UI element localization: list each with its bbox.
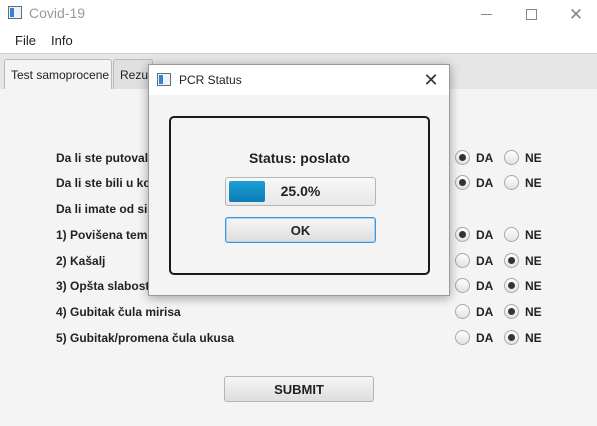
question-label: 3) Opšta slabost: [56, 279, 150, 293]
question-label: Da li ste bili u ko: [56, 176, 151, 190]
progress-label: 25.0%: [280, 183, 321, 199]
tab-rezultati[interactable]: Rezul: [113, 59, 153, 90]
radio-label-ne: NE: [525, 176, 542, 190]
dialog-title-bar: PCR Status ✕: [149, 65, 449, 95]
close-icon: ✕: [423, 70, 439, 90]
radio-da[interactable]: [455, 330, 470, 345]
java-app-icon: [8, 6, 22, 19]
maximize-icon: [525, 8, 537, 20]
radio-label-da: DA: [476, 305, 494, 319]
menu-file[interactable]: File: [15, 33, 36, 48]
question-label: 1) Povišena temp: [56, 228, 155, 242]
radio-label-ne: NE: [525, 331, 542, 345]
minimize-button[interactable]: [463, 0, 509, 28]
radio-label-ne: NE: [525, 228, 542, 242]
radio-da[interactable]: [455, 175, 470, 190]
question-label: 4) Gubitak čula mirisa: [56, 305, 181, 319]
radio-label-da: DA: [476, 279, 494, 293]
radio-ne[interactable]: [504, 175, 519, 190]
main-window: Covid-19 ✕ File Info Test samoprocene Re…: [0, 0, 597, 426]
dialog-title: PCR Status: [179, 73, 242, 87]
ok-button[interactable]: OK: [225, 217, 376, 243]
menu-bar: File Info: [0, 28, 597, 53]
radio-label-da: DA: [476, 254, 494, 268]
title-bar: Covid-19 ✕: [0, 0, 597, 28]
status-panel: Status: poslato 25.0% OK: [169, 116, 430, 275]
tab-test-samoprocene[interactable]: Test samoprocene: [4, 59, 112, 90]
question-label: 5) Gubitak/promena čula ukusa: [56, 331, 235, 345]
radio-da[interactable]: [455, 304, 470, 319]
radio-label-ne: NE: [525, 151, 542, 165]
window-title: Covid-19: [29, 5, 86, 21]
pcr-status-dialog: PCR Status ✕ Status: poslato 25.0% OK: [148, 64, 450, 296]
radio-da[interactable]: [455, 278, 470, 293]
close-button[interactable]: ✕: [553, 0, 597, 28]
close-icon: ✕: [568, 4, 584, 24]
minimize-icon: [480, 13, 492, 15]
maximize-button[interactable]: [508, 0, 554, 28]
radio-ne[interactable]: [504, 304, 519, 319]
radio-label-da: DA: [476, 228, 494, 242]
radio-da[interactable]: [455, 253, 470, 268]
menu-info[interactable]: Info: [51, 33, 73, 48]
radio-ne[interactable]: [504, 253, 519, 268]
radio-da[interactable]: [455, 227, 470, 242]
radio-ne[interactable]: [504, 330, 519, 345]
radio-label-da: DA: [476, 176, 494, 190]
question-label: Da li imate od si: [56, 202, 148, 216]
question-label: Da li ste putoval: [56, 151, 149, 165]
radio-label-ne: NE: [525, 254, 542, 268]
dialog-close-button[interactable]: ✕: [417, 68, 445, 92]
submit-button[interactable]: SUBMIT: [224, 376, 374, 402]
radio-label-ne: NE: [525, 279, 542, 293]
radio-ne[interactable]: [504, 227, 519, 242]
question-label: 2) Kašalj: [56, 254, 106, 268]
java-app-icon: [157, 73, 171, 86]
radio-da[interactable]: [455, 150, 470, 165]
progress-bar: 25.0%: [225, 177, 376, 206]
status-text: Status: poslato: [248, 150, 351, 166]
radio-label-da: DA: [476, 151, 494, 165]
radio-ne[interactable]: [504, 150, 519, 165]
radio-label-da: DA: [476, 331, 494, 345]
radio-ne[interactable]: [504, 278, 519, 293]
radio-label-ne: NE: [525, 305, 542, 319]
